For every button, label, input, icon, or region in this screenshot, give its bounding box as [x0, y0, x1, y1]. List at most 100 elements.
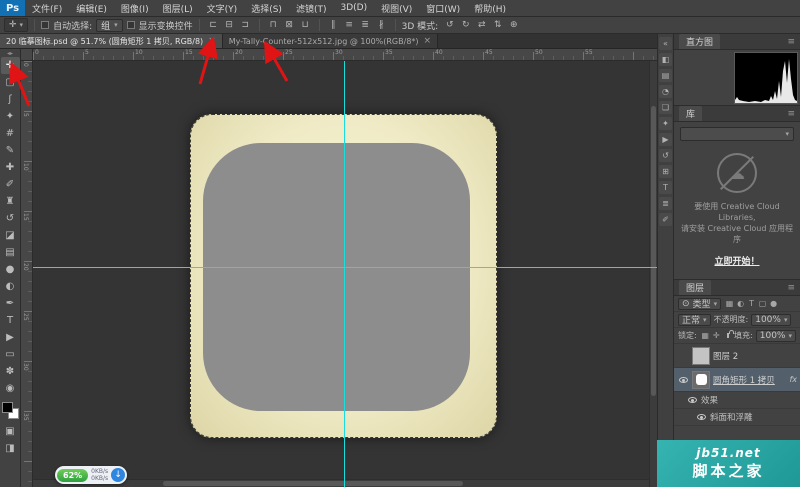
- layer-name[interactable]: 图层 2: [713, 350, 738, 362]
- tool-crop[interactable]: #: [1, 125, 20, 142]
- library-dropdown[interactable]: ▾: [680, 127, 794, 141]
- distribute-vertical-icon[interactable]: ≡: [342, 18, 357, 32]
- layer-filter-select[interactable]: ⊙ 类型 ▾: [678, 298, 721, 310]
- tab-layers[interactable]: 图层: [679, 280, 711, 295]
- lock-transparent-pixels-icon[interactable]: ▦: [700, 330, 711, 342]
- filter-shape-layers-icon[interactable]: ▢: [757, 298, 768, 310]
- 3d-slide-icon[interactable]: ⇅: [490, 18, 505, 32]
- horizontal-ruler[interactable]: 0510152025303540455055: [33, 49, 657, 61]
- collapse-panels-icon[interactable]: «: [659, 37, 672, 50]
- tool-clone-stamp[interactable]: ♜: [1, 193, 20, 210]
- menu-item-11[interactable]: 帮助(H): [467, 0, 513, 16]
- tool-history-brush[interactable]: ↺: [1, 210, 20, 227]
- close-icon[interactable]: ×: [208, 36, 216, 46]
- tool-brush[interactable]: ✐: [1, 176, 20, 193]
- tool-hand[interactable]: ✽: [1, 363, 20, 380]
- menu-item-6[interactable]: 选择(S): [244, 0, 289, 16]
- visibility-eye-icon[interactable]: [677, 377, 689, 383]
- fx-badge[interactable]: fx: [789, 375, 797, 384]
- tool-type[interactable]: T: [1, 312, 20, 329]
- menu-item-9[interactable]: 视图(V): [374, 0, 419, 16]
- close-icon[interactable]: ×: [424, 36, 432, 46]
- tool-pen[interactable]: ✒: [1, 295, 20, 312]
- panel-menu-icon[interactable]: ≡: [787, 37, 795, 47]
- info-panel-icon[interactable]: ✦: [659, 117, 672, 130]
- distribute-horizontal-icon[interactable]: ∥: [326, 18, 341, 32]
- tool-dodge[interactable]: ◐: [1, 278, 20, 295]
- 3d-scale-icon[interactable]: ⊕: [506, 18, 521, 32]
- tool-eyedropper[interactable]: ✎: [1, 142, 20, 159]
- tool-gradient[interactable]: ▤: [1, 244, 20, 261]
- menu-item-7[interactable]: 滤镜(T): [289, 0, 334, 16]
- menu-item-2[interactable]: 编辑(E): [69, 0, 114, 16]
- 3d-rotate-icon[interactable]: ↺: [442, 18, 457, 32]
- align-vertical-centers-icon[interactable]: ⊠: [282, 18, 297, 32]
- tool-blur[interactable]: ●: [1, 261, 20, 278]
- download-pill[interactable]: 62% 0KB/s 0KB/s ↓: [55, 466, 127, 484]
- align-left-edges-icon[interactable]: ⊏: [206, 18, 221, 32]
- layer-thumbnail[interactable]: [692, 371, 710, 389]
- lock-position-icon[interactable]: ✛: [711, 330, 722, 342]
- auto-select-checkbox[interactable]: [41, 21, 49, 29]
- tab-document-2[interactable]: My-Tally-Counter-512x512.jpg @ 100%(RGB/…: [223, 34, 438, 48]
- menu-item-8[interactable]: 3D(D): [333, 0, 374, 16]
- tool-quick-selection[interactable]: ✦: [1, 108, 20, 125]
- menu-item-10[interactable]: 窗口(W): [419, 0, 467, 16]
- layer-name[interactable]: 斜面和浮雕: [710, 411, 753, 423]
- adjustments-panel-icon[interactable]: ◔: [659, 85, 672, 98]
- tab-document-1[interactable]: 20 临摹图标.psd @ 51.7% (圆角矩形 1 拷贝, RGB/8) ×: [0, 34, 223, 48]
- layer-name[interactable]: 效果: [701, 394, 718, 406]
- 3d-drag-icon[interactable]: ⇄: [474, 18, 489, 32]
- visibility-eye-icon[interactable]: [695, 414, 707, 420]
- vertical-scrollbar-thumb[interactable]: [651, 106, 656, 396]
- actions-panel-icon[interactable]: ▶: [659, 133, 672, 146]
- tool-preset-picker[interactable]: ✛ ▾: [4, 18, 28, 32]
- menu-item-4[interactable]: 图层(L): [156, 0, 200, 16]
- filter-adjustment-layers-icon[interactable]: ◐: [735, 298, 746, 310]
- tool-quick-mask-mode[interactable]: ▣: [1, 423, 20, 440]
- filter-type-layers-icon[interactable]: T: [746, 298, 757, 310]
- fill-select[interactable]: 100% ▾: [756, 330, 796, 342]
- history-panel-icon[interactable]: ↺: [659, 149, 672, 162]
- properties-panel-icon[interactable]: ⊞: [659, 165, 672, 178]
- vertical-scrollbar[interactable]: [649, 61, 657, 487]
- tool-screen-mode[interactable]: ◨: [1, 440, 20, 457]
- align-horizontal-centers-icon[interactable]: ⊟: [222, 18, 237, 32]
- layer-name[interactable]: 圆角矩形 1 拷贝: [713, 374, 775, 386]
- layer-row-2[interactable]: 圆角矩形 1 拷贝 fx: [674, 368, 800, 392]
- tab-histogram[interactable]: 直方图: [679, 34, 720, 49]
- opacity-select[interactable]: 100% ▾: [751, 314, 791, 326]
- auto-align-layers-icon[interactable]: ∦: [374, 18, 389, 32]
- tool-lasso[interactable]: ʃ: [1, 91, 20, 108]
- distribute-spacing-icon[interactable]: ≣: [358, 18, 373, 32]
- layer-row-4[interactable]: 斜面和浮雕: [674, 409, 800, 426]
- show-transform-checkbox[interactable]: [127, 21, 135, 29]
- foreground-color-swatch[interactable]: [2, 402, 13, 413]
- tool-move[interactable]: ✛: [1, 57, 20, 74]
- auto-select-dropdown[interactable]: 组 ▾: [96, 19, 123, 32]
- align-top-edges-icon[interactable]: ⊓: [266, 18, 281, 32]
- panel-menu-icon[interactable]: ≡: [787, 109, 795, 119]
- tool-spot-healing-brush[interactable]: ✚: [1, 159, 20, 176]
- tool-rectangle[interactable]: ▭: [1, 346, 20, 363]
- layer-row-3[interactable]: 效果: [674, 392, 800, 409]
- tab-libraries[interactable]: 库: [679, 106, 702, 121]
- swatches-panel-icon[interactable]: ▤: [659, 69, 672, 82]
- menu-item-5[interactable]: 文字(Y): [200, 0, 245, 16]
- layer-row-1[interactable]: 图层 2: [674, 344, 800, 368]
- menu-item-1[interactable]: 文件(F): [25, 0, 69, 16]
- visibility-eye-icon[interactable]: [686, 397, 698, 403]
- align-right-edges-icon[interactable]: ⊐: [238, 18, 253, 32]
- panel-menu-icon[interactable]: ≡: [787, 283, 795, 293]
- vertical-ruler[interactable]: 05101520253035: [21, 61, 33, 487]
- tool-zoom[interactable]: ◉: [1, 380, 20, 397]
- tool-rectangular-marquee[interactable]: ▢: [1, 74, 20, 91]
- brush-settings-panel-icon[interactable]: ✐: [659, 213, 672, 226]
- get-started-link[interactable]: 立即开始！: [714, 254, 759, 267]
- color-panel-icon[interactable]: ◧: [659, 53, 672, 66]
- menu-item-3[interactable]: 图像(I): [114, 0, 156, 16]
- 3d-roll-icon[interactable]: ↻: [458, 18, 473, 32]
- character-panel-icon[interactable]: T: [659, 181, 672, 194]
- toolbar-grip[interactable]: ◂▸: [7, 49, 13, 57]
- filter-smart-objects-icon[interactable]: ●: [768, 298, 779, 310]
